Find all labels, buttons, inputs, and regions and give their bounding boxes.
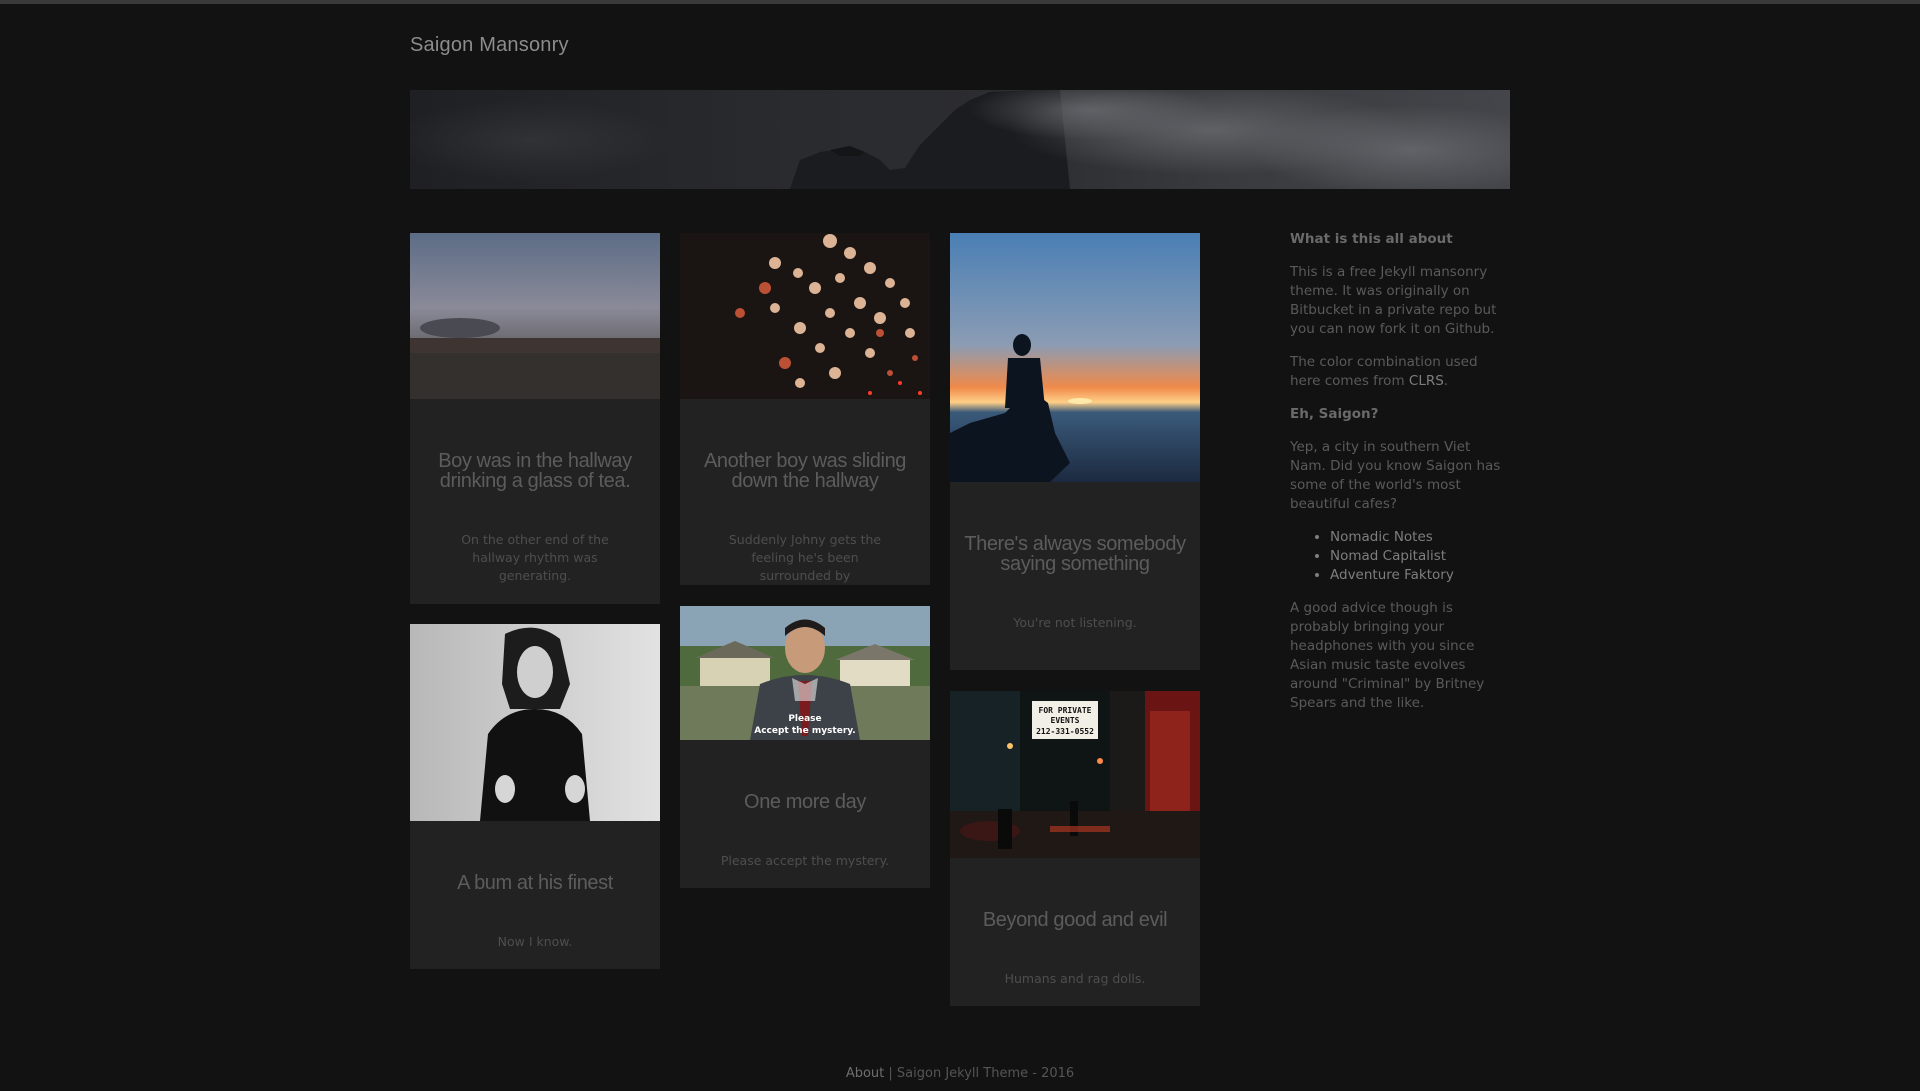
list-item: Nomad Capitalist bbox=[1330, 547, 1510, 566]
svg-text:212-331-0552: 212-331-0552 bbox=[1036, 727, 1094, 736]
post-card[interactable]: Another boy was sliding down the hallway… bbox=[680, 233, 930, 585]
nomadic-notes-link[interactable]: Nomadic Notes bbox=[1330, 529, 1433, 545]
svg-text:FOR PRIVATE: FOR PRIVATE bbox=[1039, 706, 1092, 715]
post-excerpt: Please accept the mystery. bbox=[720, 853, 890, 868]
footer-credit: Saigon Jekyll Theme - 2016 bbox=[896, 1066, 1075, 1081]
about-link[interactable]: About bbox=[846, 1066, 884, 1081]
post-thumbnail-foggy-field bbox=[410, 233, 660, 399]
header-banner-image bbox=[410, 90, 1510, 189]
post-thumbnail-man-in-suit: Please Accept the mystery. bbox=[680, 606, 930, 740]
site-title[interactable]: Saigon Mansonry bbox=[410, 34, 569, 57]
sidebar-heading-saigon: Eh, Saigon? bbox=[1290, 406, 1379, 422]
post-excerpt: Suddenly Johny gets the feeling he's bee… bbox=[728, 532, 882, 583]
adventure-faktory-link[interactable]: Adventure Faktory bbox=[1330, 567, 1454, 583]
post-excerpt: On the other end of the hallway rhythm w… bbox=[461, 532, 609, 583]
post-title[interactable]: Another boy was sliding down the hallway bbox=[680, 451, 930, 491]
post-title[interactable]: There's always somebody saying something bbox=[950, 534, 1200, 574]
sidebar-paragraph: Yep, a city in southern Viet Nam. Did yo… bbox=[1290, 439, 1501, 512]
list-item: Nomadic Notes bbox=[1330, 528, 1510, 547]
sidebar-paragraph-colors: The color combination used here comes fr… bbox=[1290, 353, 1510, 391]
post-card[interactable]: Please Accept the mystery. One more day … bbox=[680, 606, 930, 888]
clrs-link[interactable]: CLRS bbox=[1409, 373, 1444, 389]
svg-text:Accept the mystery.: Accept the mystery. bbox=[754, 726, 855, 736]
nomad-capitalist-link[interactable]: Nomad Capitalist bbox=[1330, 548, 1446, 564]
post-excerpt: Now I know. bbox=[497, 934, 573, 949]
post-thumbnail-sunset-sea bbox=[950, 233, 1200, 482]
post-card[interactable]: FOR PRIVATE EVENTS 212-331-0552 Beyond g… bbox=[950, 691, 1200, 1006]
post-title[interactable]: Boy was in the hallway drinking a glass … bbox=[410, 451, 660, 491]
svg-text:Please: Please bbox=[788, 714, 821, 724]
sidebar-link-list: Nomadic Notes Nomad Capitalist Adventure… bbox=[1290, 528, 1510, 585]
post-title[interactable]: A bum at his finest bbox=[410, 873, 660, 893]
post-card[interactable]: A bum at his finest Now I know. bbox=[410, 624, 660, 969]
post-title[interactable]: Beyond good and evil bbox=[950, 910, 1200, 930]
post-excerpt: You're not listening. bbox=[1013, 615, 1137, 630]
post-title[interactable]: One more day bbox=[680, 792, 930, 812]
post-thumbnail-night-street: FOR PRIVATE EVENTS 212-331-0552 bbox=[950, 691, 1200, 858]
sidebar-paragraph: A good advice though is probably bringin… bbox=[1290, 600, 1485, 711]
post-excerpt: Humans and rag dolls. bbox=[1004, 971, 1146, 986]
footer: About | Saigon Jekyll Theme - 2016 bbox=[0, 1066, 1920, 1081]
sidebar: What is this all about This is a free Je… bbox=[1290, 230, 1510, 727]
post-thumbnail-woman-portrait bbox=[410, 624, 660, 821]
sidebar-paragraph: This is a free Jekyll mansonry theme. It… bbox=[1290, 264, 1497, 337]
svg-text:EVENTS: EVENTS bbox=[1051, 716, 1080, 725]
list-item: Adventure Faktory bbox=[1330, 566, 1510, 585]
post-thumbnail-bokeh-lights bbox=[680, 233, 930, 399]
sidebar-heading-about: What is this all about bbox=[1290, 231, 1453, 247]
post-card[interactable]: Boy was in the hallway drinking a glass … bbox=[410, 233, 660, 604]
sidebar-text: . bbox=[1443, 373, 1449, 389]
post-card[interactable]: There's always somebody saying something… bbox=[950, 233, 1200, 670]
footer-separator: | bbox=[884, 1066, 897, 1081]
sidebar-text: The color combination used here comes fr… bbox=[1290, 354, 1478, 389]
